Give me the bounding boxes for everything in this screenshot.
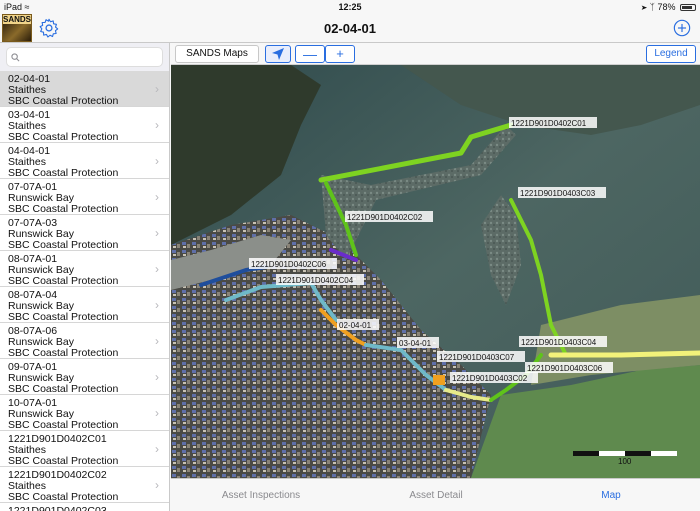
list-item[interactable]: 1221D901D0402C03 (0, 503, 169, 511)
map-label-0402c01[interactable]: 1221D901D0402C01 (509, 117, 597, 128)
navigation-bar: SANDS 02-04-01 (0, 14, 700, 43)
asset-owner: SBC Coastal Protection (8, 167, 119, 179)
chevron-right-icon: › (155, 370, 159, 384)
battery-percent: 78% (657, 2, 676, 12)
zoom-out-button[interactable]: — (295, 45, 325, 63)
asset-code: 1221D901D0402C03 (8, 505, 107, 511)
map-label-0402c04[interactable]: 1221D901D0402C04 (276, 274, 364, 285)
asset-owner: SBC Coastal Protection (8, 275, 119, 287)
svg-text:03-04-01: 03-04-01 (399, 339, 432, 348)
search-input[interactable] (23, 49, 163, 65)
asset-owner: SBC Coastal Protection (8, 419, 119, 431)
map-label-020401[interactable]: 02-04-01 (337, 319, 379, 330)
chevron-right-icon: › (155, 154, 159, 168)
add-icon[interactable] (673, 19, 691, 37)
asset-owner: SBC Coastal Protection (8, 491, 119, 503)
list-item[interactable]: 10-07A-01 Runswick Bay SBC Coastal Protect… (0, 395, 169, 431)
chevron-right-icon: › (155, 478, 159, 492)
list-item[interactable]: 1221D901D0402C02 Staithes SBC Coastal Prot… (0, 467, 169, 503)
map-label-0403c02[interactable]: 1221D901D0403C02 (450, 372, 538, 383)
list-item[interactable]: 02-04-01 Staithes SBC Coastal Protection › (0, 71, 169, 107)
svg-text:1221D901D0403C02: 1221D901D0403C02 (452, 374, 528, 383)
location-arrow-icon: ➤ (641, 2, 648, 12)
tab-asset-detail[interactable]: Asset Detail (386, 490, 486, 501)
list-item[interactable]: 04-04-01 Staithes SBC Coastal Protection › (0, 143, 169, 179)
asset-marker-orange[interactable] (433, 375, 445, 385)
asset-list: 02-04-01 Staithes SBC Coastal Protection › 0… (0, 71, 169, 511)
svg-text:1221D901D0403C06: 1221D901D0403C06 (527, 364, 603, 373)
map-label-0403c06[interactable]: 1221D901D0403C06 (525, 362, 613, 373)
zoom-in-button[interactable]: + (325, 45, 355, 63)
list-item[interactable]: 1221D901D0402C01 Staithes SBC Coastal Prot… (0, 431, 169, 467)
clock: 12:25 (338, 2, 362, 12)
asset-owner: SBC Coastal Protection (8, 203, 119, 215)
chevron-right-icon: › (155, 118, 159, 132)
asset-owner: SBC Coastal Protection (8, 95, 119, 107)
list-item[interactable]: 07-07A-01 Runswick Bay SBC Coastal Protect… (0, 179, 169, 215)
svg-text:1221D901D0403C07: 1221D901D0403C07 (439, 353, 515, 362)
map-toolbar: SANDS Maps — + Legend (171, 43, 700, 65)
map-label-030401[interactable]: 03-04-01 (397, 337, 439, 348)
list-item[interactable]: 03-04-01 Staithes SBC Coastal Protection › (0, 107, 169, 143)
svg-text:1221D901D0402C01: 1221D901D0402C01 (511, 119, 587, 128)
bottom-tab-bar: Asset Inspections Asset Detail Map (171, 478, 700, 511)
list-item[interactable]: 08-07A-04 Runswick Bay SBC Coastal Protect… (0, 287, 169, 323)
battery-icon (680, 4, 696, 11)
list-item[interactable]: 08-07A-01 Runswick Bay SBC Coastal Protect… (0, 251, 169, 287)
asset-owner: SBC Coastal Protection (8, 383, 119, 395)
map-label-0402c06[interactable]: 1221D901D0402C06 (249, 258, 337, 269)
chevron-right-icon: › (155, 334, 159, 348)
svg-text:1221D901D0402C02: 1221D901D0402C02 (347, 213, 423, 222)
asset-owner: SBC Coastal Protection (8, 239, 119, 251)
chevron-right-icon: › (155, 406, 159, 420)
scale-label: 100 (618, 457, 632, 466)
map-label-0403c07[interactable]: 1221D901D0403C07 (437, 351, 525, 362)
list-item[interactable]: 08-07A-06 Runswick Bay SBC Coastal Protect… (0, 323, 169, 359)
location-arrow-icon (272, 48, 284, 60)
svg-text:02-04-01: 02-04-01 (339, 321, 372, 330)
search-icon (11, 53, 20, 62)
chevron-right-icon: › (155, 226, 159, 240)
chevron-right-icon: › (155, 82, 159, 96)
chevron-right-icon: › (155, 298, 159, 312)
tab-asset-inspections[interactable]: Asset Inspections (211, 490, 311, 501)
map-label-0402c02[interactable]: 1221D901D0402C02 (345, 211, 433, 222)
list-item[interactable]: 07-07A-03 Runswick Bay SBC Coastal Protect… (0, 215, 169, 251)
svg-text:1221D901D0402C04: 1221D901D0402C04 (278, 276, 354, 285)
page-title: 02-04-01 (323, 21, 377, 36)
status-right: ➤ ᛉ 78% (642, 2, 696, 12)
svg-text:1221D901D0402C06: 1221D901D0402C06 (251, 260, 327, 269)
map-label-0403c03[interactable]: 1221D901D0403C03 (518, 187, 606, 198)
bluetooth-icon: ᛉ (649, 2, 655, 12)
sands-maps-button[interactable]: SANDS Maps (175, 45, 259, 63)
asset-owner: SBC Coastal Protection (8, 311, 119, 323)
chevron-right-icon: › (155, 190, 159, 204)
search-field[interactable] (6, 47, 163, 67)
asset-line-0403c06[interactable] (548, 350, 700, 358)
asset-owner: SBC Coastal Protection (8, 455, 119, 467)
asset-owner: SBC Coastal Protection (8, 347, 119, 359)
current-location-button[interactable] (265, 45, 291, 63)
satellite-map[interactable]: 1221D901D0402C01 1221D901D0403C03 1221D9… (171, 65, 700, 478)
tab-map[interactable]: Map (571, 490, 651, 501)
map-view[interactable]: 1221D901D0402C01 1221D901D0403C03 1221D9… (171, 65, 700, 478)
status-bar: iPad ≈ 12:25 ➤ ᛉ 78% (0, 0, 700, 14)
asset-sidebar: 02-04-01 Staithes SBC Coastal Protection › 0… (0, 43, 170, 511)
asset-owner: SBC Coastal Protection (8, 131, 119, 143)
chevron-right-icon: › (155, 262, 159, 276)
svg-text:1221D901D0403C03: 1221D901D0403C03 (520, 189, 596, 198)
svg-text:1221D901D0403C04: 1221D901D0403C04 (521, 338, 597, 347)
list-item[interactable]: 09-07A-01 Runswick Bay SBC Coastal Protect… (0, 359, 169, 395)
map-label-0403c04[interactable]: 1221D901D0403C04 (519, 336, 607, 347)
legend-button[interactable]: Legend (646, 45, 696, 63)
search-bar (0, 43, 169, 71)
chevron-right-icon: › (155, 442, 159, 456)
